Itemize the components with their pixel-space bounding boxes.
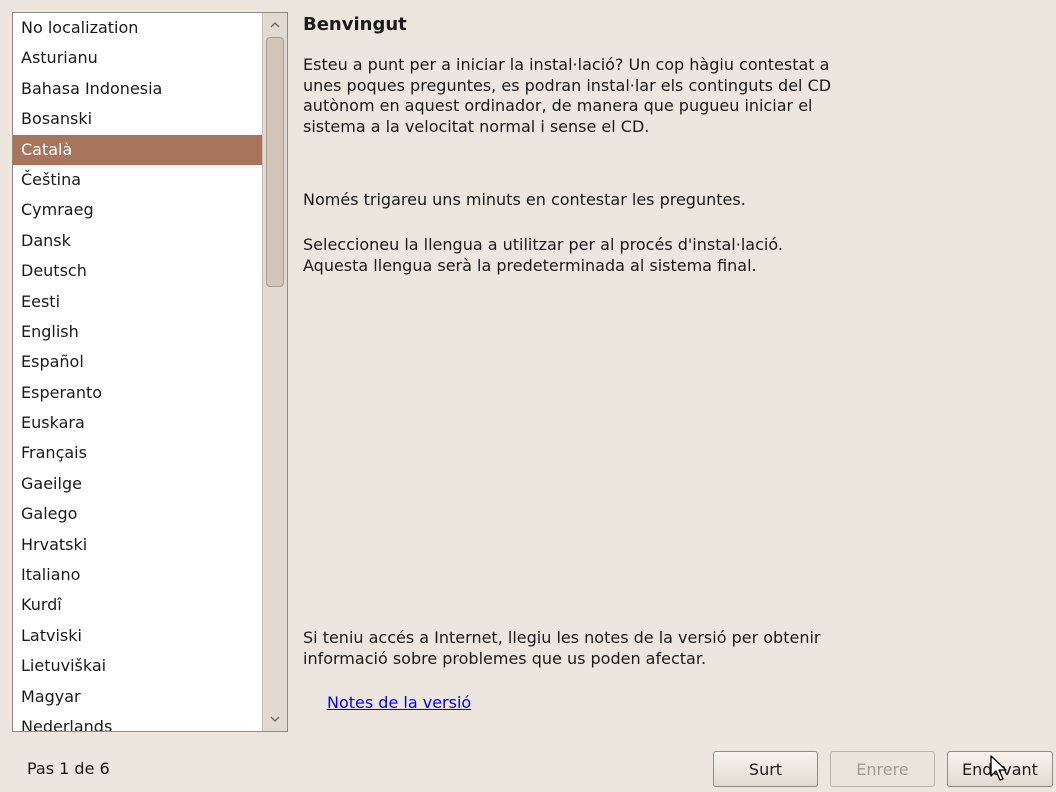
language-item[interactable]: Asturianu xyxy=(13,43,262,73)
language-item[interactable]: Esperanto xyxy=(13,378,262,408)
step-indicator: Pas 1 de 6 xyxy=(27,759,110,778)
language-item[interactable]: Deutsch xyxy=(13,256,262,286)
language-item[interactable]: Euskara xyxy=(13,408,262,438)
language-item[interactable]: Español xyxy=(13,347,262,377)
language-item[interactable]: Latviski xyxy=(13,621,262,651)
welcome-paragraph-time: Només trigareu uns minuts en contestar l… xyxy=(303,190,746,209)
language-item[interactable]: Hrvatski xyxy=(13,530,262,560)
language-item[interactable]: Bahasa Indonesia xyxy=(13,74,262,104)
language-item[interactable]: Lietuviškai xyxy=(13,651,262,681)
page-title: Benvingut xyxy=(303,14,407,35)
language-item[interactable]: No localization xyxy=(13,13,262,43)
language-item[interactable]: Français xyxy=(13,438,262,468)
language-item[interactable]: Čeština xyxy=(13,165,262,195)
language-item[interactable]: Dansk xyxy=(13,226,262,256)
scroll-down-arrow-icon[interactable] xyxy=(265,709,285,729)
language-item[interactable]: Català xyxy=(13,134,262,165)
mouse-cursor-icon xyxy=(990,755,1007,781)
language-item[interactable]: Galego xyxy=(13,499,262,529)
language-item[interactable]: Eesti xyxy=(13,287,262,317)
scroll-up-arrow-icon[interactable] xyxy=(265,15,285,35)
language-item[interactable]: Cymraeg xyxy=(13,195,262,225)
language-list-scrollbar[interactable] xyxy=(262,13,287,731)
quit-button[interactable]: Surt xyxy=(713,751,818,787)
language-item[interactable]: Magyar xyxy=(13,682,262,712)
language-list[interactable]: No localization Asturianu Bahasa Indonesia… xyxy=(13,13,262,731)
welcome-paragraph-language: Seleccioneu la llengua a utilitzar per a… xyxy=(303,235,783,275)
welcome-paragraph-intro: Esteu a punt per a iniciar la instal·lac… xyxy=(303,55,832,136)
language-item[interactable]: Bosanski xyxy=(13,104,262,134)
language-item[interactable]: Italiano xyxy=(13,560,262,590)
release-notes-link[interactable]: Notes de la versió xyxy=(327,693,471,712)
back-button[interactable]: Enrere xyxy=(830,751,935,787)
language-list-frame: No localization Asturianu Bahasa Indonesia… xyxy=(12,12,288,732)
language-item[interactable]: English xyxy=(13,317,262,347)
welcome-paragraph-internet: Si teniu accés a Internet, llegiu les no… xyxy=(303,628,821,668)
language-item[interactable]: Gaeilge xyxy=(13,469,262,499)
language-item[interactable]: Kurdî xyxy=(13,590,262,620)
scroll-thumb[interactable] xyxy=(266,37,284,287)
language-item[interactable]: Nederlands xyxy=(13,712,262,731)
